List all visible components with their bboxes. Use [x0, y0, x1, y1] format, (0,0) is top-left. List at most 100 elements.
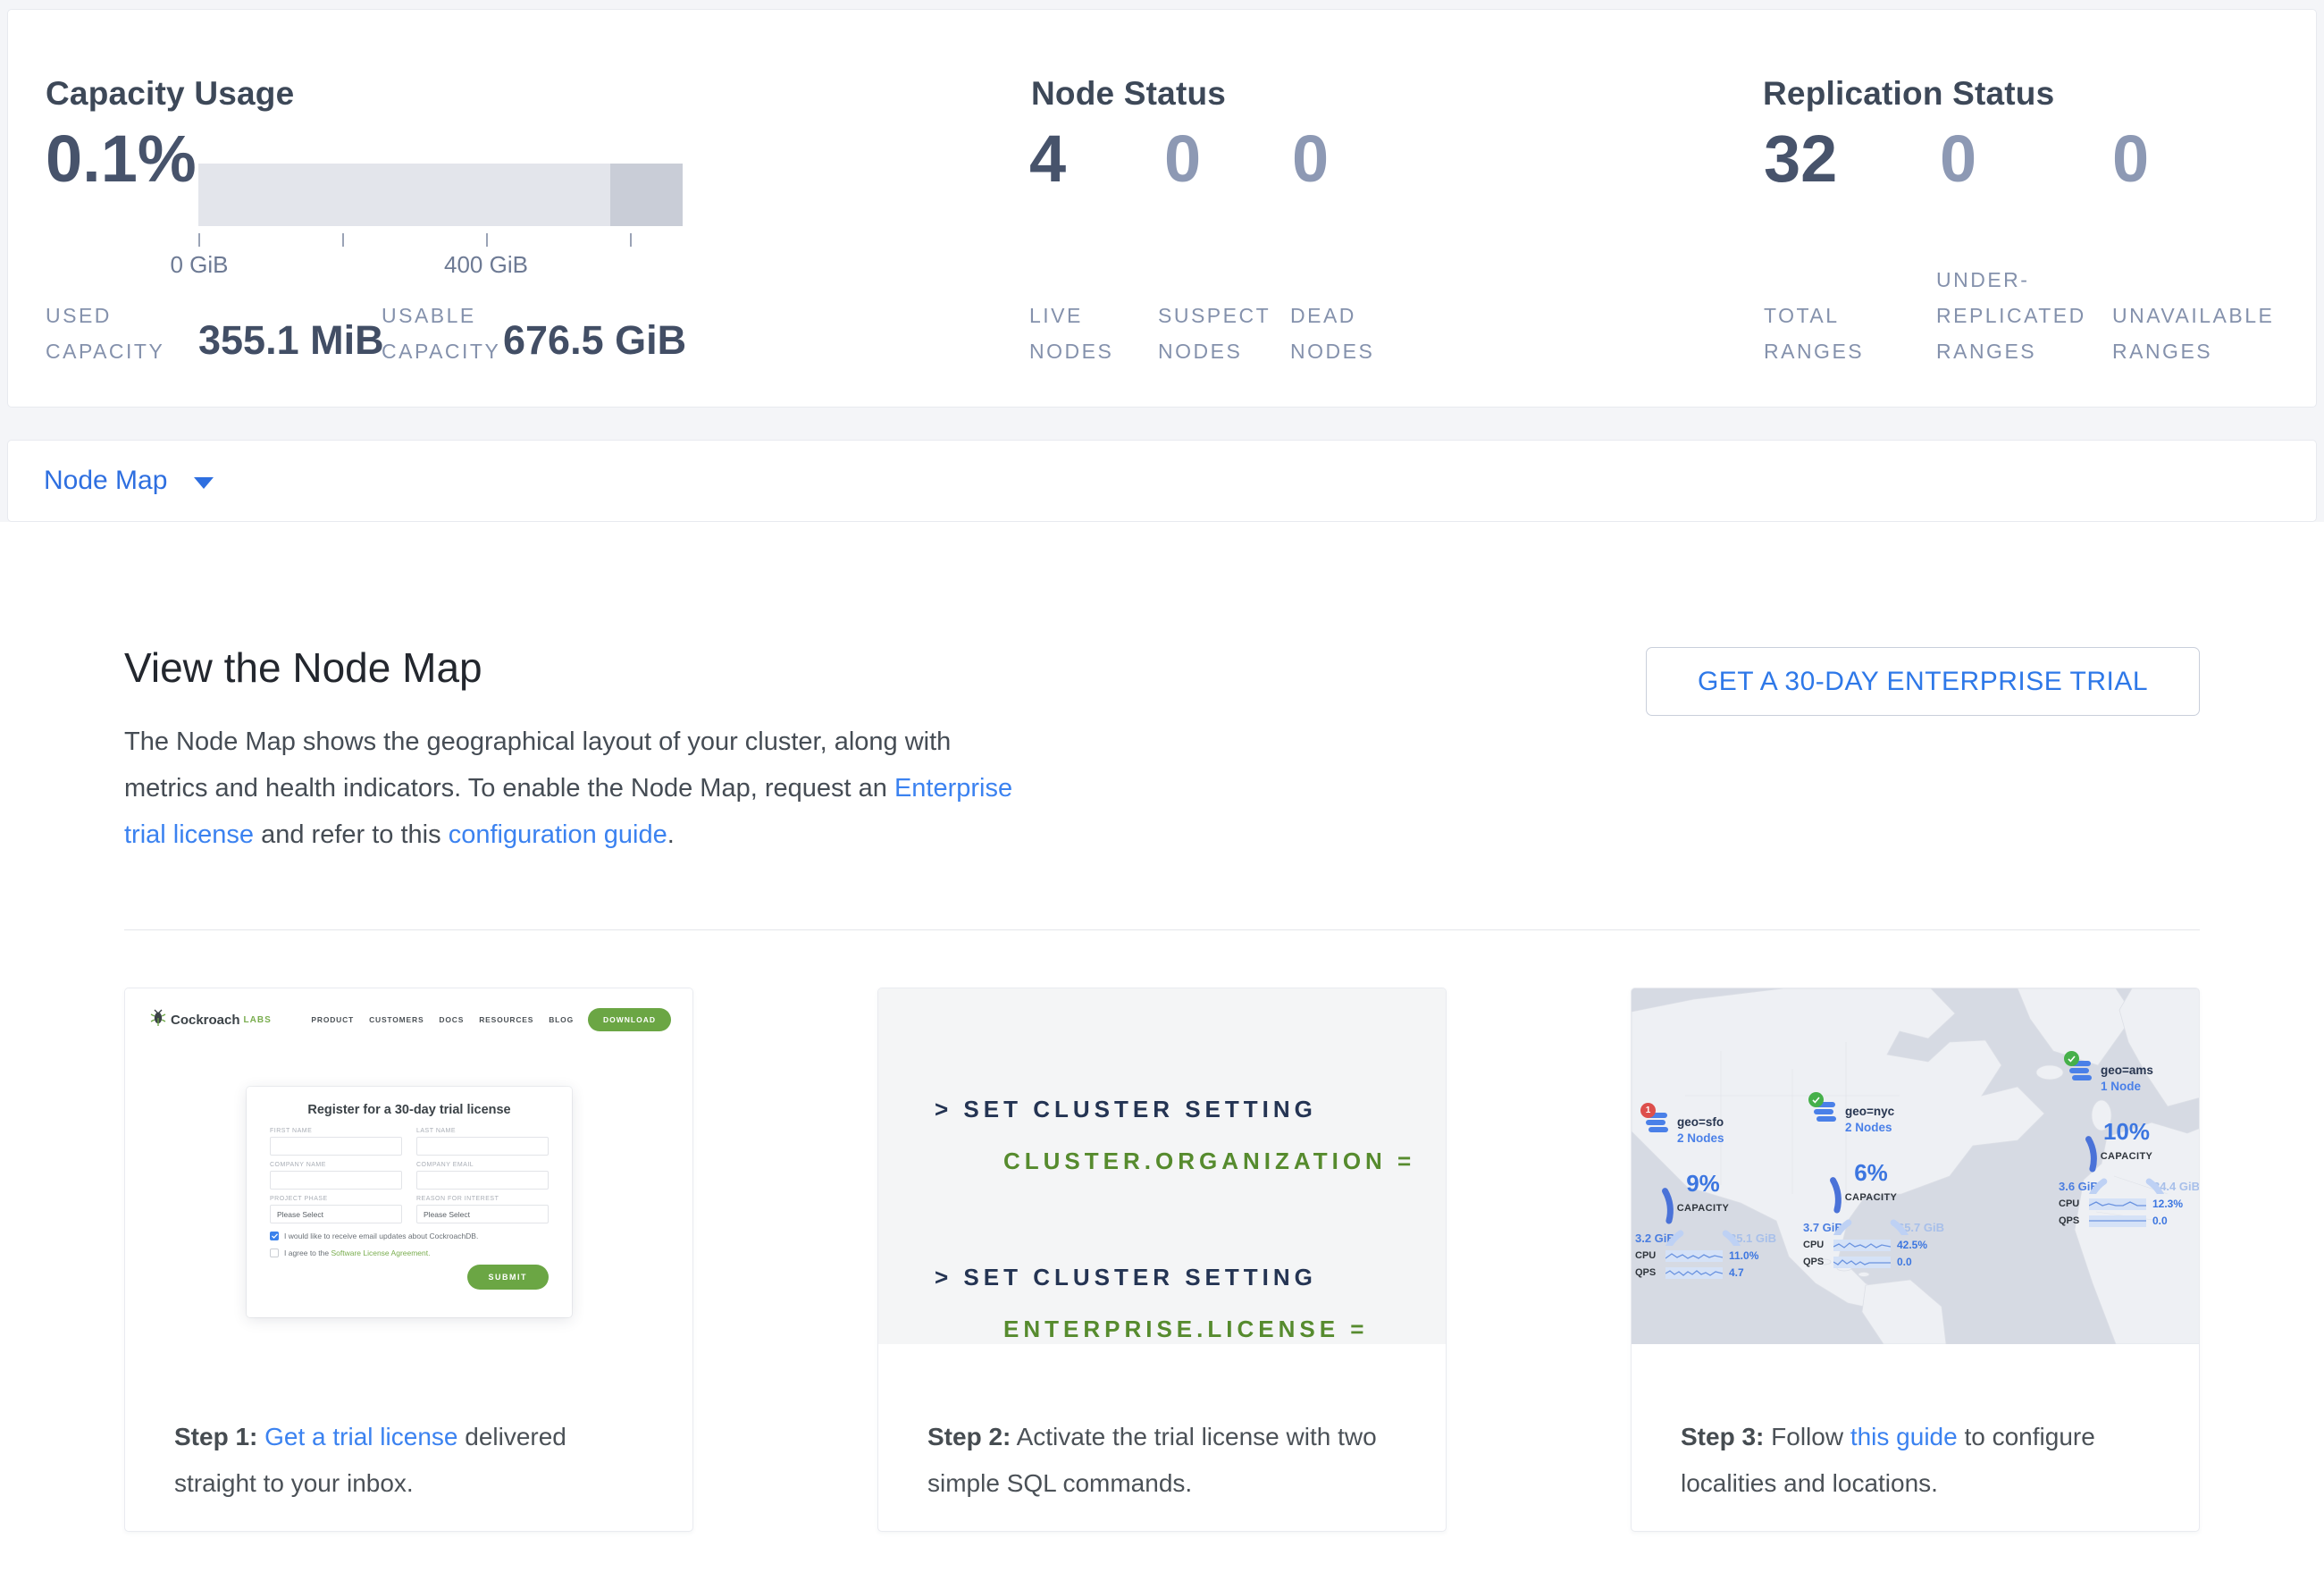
mini-download-button: DOWNLOAD	[588, 1008, 671, 1031]
capacity-label: CAPACITY	[2080, 1151, 2173, 1162]
mini-trial-form: Register for a 30-day trial license FIRS…	[247, 1087, 572, 1317]
locality-name: geo=sfo	[1677, 1112, 1724, 1129]
configuration-guide-link[interactable]: configuration guide	[449, 820, 667, 849]
mini-nav-customers: CUSTOMERS	[369, 1015, 424, 1024]
unavailable-ranges-count: 0	[2112, 126, 2149, 192]
locality-bubble-sfo: 1 geo=sfo 2 Nodes	[1635, 1112, 1778, 1279]
capacity-tick	[342, 233, 344, 247]
usable-capacity-value: 676.5 GiB	[503, 317, 686, 364]
step3-caption: Step 3: Follow this guide to configure l…	[1632, 1369, 2199, 1507]
step1-card: Cockroach LABS PRODUCT CUSTOMERS DOCS RE…	[124, 988, 693, 1532]
qps-sparkline	[2089, 1215, 2146, 1227]
mini-nav-blog: BLOG	[549, 1015, 574, 1024]
live-nodes-label: LIVE NODES	[1029, 298, 1145, 369]
mini-first-name-input	[270, 1137, 402, 1156]
cpu-sparkline	[2089, 1198, 2146, 1210]
mini-checkbox-checked	[270, 1232, 279, 1240]
locality-name: geo=ams	[2101, 1060, 2153, 1077]
mini-license-agreement-link: Software License Agreement.	[331, 1248, 430, 1257]
live-nodes-count: 4	[1029, 126, 1066, 192]
this-guide-link[interactable]: this guide	[1850, 1423, 1958, 1450]
mini-nav-resources: RESOURCES	[479, 1015, 533, 1024]
capacity-usage-title: Capacity Usage	[46, 75, 294, 113]
cpu-value: 42.5%	[1897, 1239, 1927, 1251]
mini-last-name-input	[416, 1137, 549, 1156]
mini-checkbox2-text: I agree to the	[284, 1248, 331, 1257]
capacity-ring: 6% CAPACITY	[1825, 1142, 1917, 1235]
cpu-label: CPU	[1635, 1250, 1664, 1261]
get-trial-license-link[interactable]: Get a trial license	[264, 1423, 457, 1450]
chevron-down-icon	[194, 477, 214, 489]
sql-prompt: >	[935, 1264, 952, 1291]
nodemap-onboarding-section: View the Node Map The Node Map shows the…	[0, 522, 2324, 1532]
intro-text: and refer to this	[254, 820, 449, 849]
step3-nodemap-screenshot: 1 geo=sfo 2 Nodes	[1632, 988, 2199, 1344]
mini-checkbox2-label: I agree to the Software License Agreemen…	[284, 1248, 431, 1257]
total-ranges-label: TOTAL RANGES	[1764, 298, 1907, 369]
mini-field-label: COMPANY NAME	[270, 1162, 402, 1168]
cockroach-bug-icon	[150, 1009, 166, 1031]
qps-value: 0.0	[1897, 1256, 1912, 1268]
qps-label: QPS	[2059, 1215, 2087, 1226]
suspect-nodes-count: 0	[1164, 126, 1201, 192]
cpu-sparkline	[1665, 1250, 1723, 1262]
qps-value: 4.7	[1729, 1266, 1744, 1279]
capacity-tick	[198, 233, 200, 247]
replication-status-title: Replication Status	[1763, 75, 2054, 113]
qps-label: QPS	[1635, 1267, 1664, 1278]
capacity-percent: 9%	[1657, 1170, 1749, 1198]
sql-argument: ENTERPRISE.LICENSE =	[1003, 1316, 1368, 1343]
used-capacity-label: USED CAPACITY	[46, 298, 197, 369]
capacity-percent: 0.1%	[46, 126, 197, 192]
qps-sparkline	[1833, 1257, 1891, 1268]
dead-nodes-label: DEAD NODES	[1290, 298, 1406, 369]
nodemap-selector-label: Node Map	[44, 466, 167, 496]
step3-card: 1 geo=sfo 2 Nodes	[1631, 988, 2200, 1532]
capacity-tick	[630, 233, 632, 247]
get-enterprise-trial-button[interactable]: GET A 30-DAY ENTERPRISE TRIAL	[1646, 647, 2200, 716]
locality-bubble-ams: geo=ams 1 Node 10% CAPACITY 3.6 GiB	[2059, 1060, 2199, 1227]
mini-field-label: COMPANY EMAIL	[416, 1162, 549, 1168]
mini-nav-product: PRODUCT	[311, 1015, 354, 1024]
mini-nav-docs: DOCS	[439, 1015, 464, 1024]
qps-label: QPS	[1803, 1257, 1832, 1267]
suspect-nodes-label: SUSPECT NODES	[1158, 298, 1288, 369]
under-replicated-ranges-label: UNDER-REPLICATED RANGES	[1936, 262, 2115, 369]
mini-field-label: REASON FOR INTEREST	[416, 1196, 549, 1202]
under-replicated-ranges-count: 0	[1940, 126, 1976, 192]
cpu-value: 11.0%	[1729, 1249, 1758, 1262]
sql-argument: CLUSTER.ORGANIZATION =	[1003, 1148, 1415, 1175]
mini-logo-labs-text: LABS	[244, 1015, 272, 1025]
step1-screenshot: Cockroach LABS PRODUCT CUSTOMERS DOCS RE…	[125, 988, 692, 1344]
sql-command: SET CLUSTER SETTING	[963, 1264, 1316, 1291]
step2-sql-snippet: > SET CLUSTER SETTING CLUSTER.ORGANIZATI…	[878, 988, 1446, 1344]
mini-field-label: LAST NAME	[416, 1128, 549, 1134]
capacity-ring: 9% CAPACITY	[1657, 1153, 1749, 1246]
mini-reason-select: Please Select	[416, 1205, 549, 1223]
capacity-tick	[486, 233, 488, 247]
check-icon	[1808, 1092, 1824, 1107]
capacity-usage-bar	[198, 164, 683, 226]
cpu-value: 12.3%	[2152, 1198, 2183, 1210]
nodemap-view-selector[interactable]: Node Map	[7, 440, 2317, 522]
dead-nodes-count: 0	[1292, 126, 1329, 192]
step-prefix: Step 2:	[927, 1423, 1011, 1450]
mini-field-label: FIRST NAME	[270, 1128, 402, 1134]
capacity-label: CAPACITY	[1657, 1203, 1749, 1214]
locality-node-count: 2 Nodes	[1677, 1131, 1724, 1145]
error-badge: 1	[1640, 1103, 1656, 1118]
step2-caption: Step 2: Activate the trial license with …	[878, 1369, 1446, 1507]
mini-form-title: Register for a 30-day trial license	[270, 1103, 549, 1117]
node-status-title: Node Status	[1031, 75, 1226, 113]
capacity-tick-label-0: 0 GiB	[132, 251, 266, 279]
locality-node-count: 1 Node	[2101, 1080, 2153, 1093]
top-summary-area: Capacity Usage 0.1% 0 GiB 400 GiB USED C…	[0, 0, 2324, 522]
onboarding-steps-row: Cockroach LABS PRODUCT CUSTOMERS DOCS RE…	[124, 988, 2200, 1532]
sql-command: SET CLUSTER SETTING	[963, 1096, 1316, 1122]
locality-bubble-nyc: geo=nyc 2 Nodes 6% CAPACITY 3.7 GiB	[1803, 1101, 1946, 1268]
mini-project-phase-select: Please Select	[270, 1205, 402, 1223]
mini-company-name-input	[270, 1171, 402, 1190]
step-text: Follow	[1764, 1423, 1850, 1450]
mini-checkbox-empty	[270, 1248, 279, 1257]
mini-submit-button: SUBMIT	[467, 1265, 550, 1290]
